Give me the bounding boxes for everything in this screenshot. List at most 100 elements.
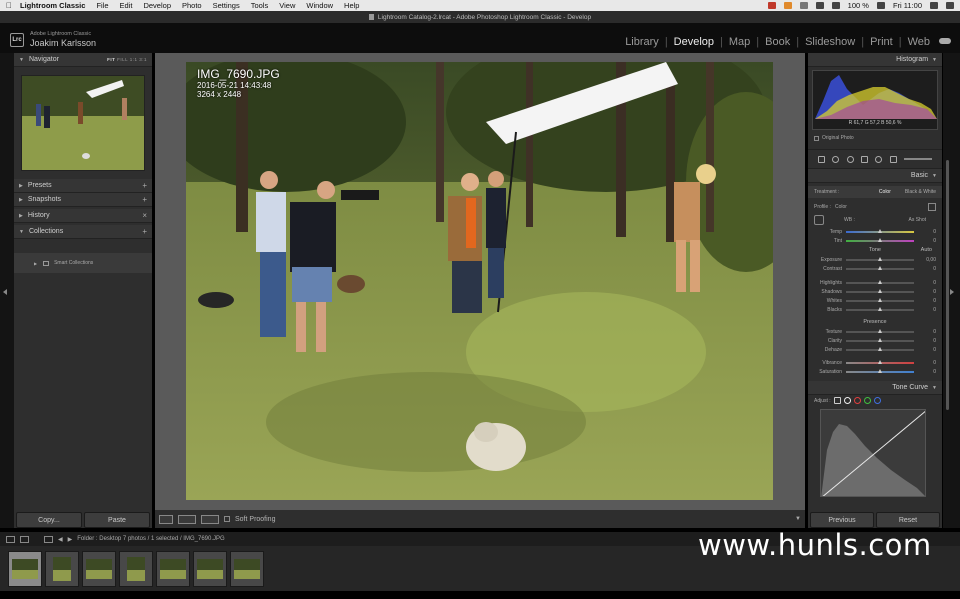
slider-value[interactable]: 0 — [922, 280, 936, 286]
add-preset-icon[interactable]: + — [142, 181, 147, 190]
menubar-clock[interactable]: Fri 11:00 — [893, 1, 922, 10]
menu-edit[interactable]: Edit — [120, 1, 133, 10]
bottom-panel-toggle[interactable] — [0, 591, 960, 599]
slider-tint[interactable]: Tint 0 — [808, 236, 942, 245]
filmstrip-thumbnail[interactable] — [230, 550, 264, 587]
nav-back-icon[interactable]: ◀ — [58, 536, 63, 543]
slider-contrast[interactable]: Contrast 0 — [808, 264, 942, 273]
collections-header[interactable]: ▼ Collections + — [14, 225, 152, 239]
slider-value[interactable]: 0 — [922, 307, 936, 313]
before-after-icon[interactable] — [178, 514, 196, 524]
navigator-preview[interactable] — [21, 75, 145, 171]
module-slideshow[interactable]: Slideshow — [801, 36, 859, 48]
soft-proofing-label[interactable]: Soft Proofing — [235, 516, 275, 523]
slider-track[interactable] — [846, 346, 914, 351]
filmstrip-source-info[interactable]: Folder : Desktop 7 photos / 1 selected /… — [77, 536, 224, 542]
slider-track[interactable] — [846, 256, 914, 261]
slider-shadows[interactable]: Shadows 0 — [808, 287, 942, 296]
parametric-curve-icon[interactable] — [833, 397, 841, 404]
left-panel-toggle[interactable] — [0, 53, 14, 528]
slider-track[interactable] — [846, 328, 914, 333]
add-snapshot-icon[interactable]: + — [142, 195, 147, 204]
module-map[interactable]: Map — [725, 36, 754, 48]
reset-button[interactable]: Reset — [876, 512, 940, 528]
basic-header[interactable]: Basic ▼ — [808, 169, 942, 183]
slider-track[interactable] — [846, 228, 914, 233]
copy-button[interactable]: Copy... — [16, 512, 82, 528]
histogram[interactable]: R 61,7 G 57,2 B 50,6 % — [812, 70, 938, 130]
cloud-icon[interactable] — [939, 38, 951, 44]
slider-track[interactable] — [846, 359, 914, 364]
navigator-header[interactable]: ▼ Navigator FIT FILL 1:1 3:1 — [14, 53, 152, 67]
adjustment-brush-icon[interactable] — [889, 155, 897, 163]
module-develop[interactable]: Develop — [670, 36, 718, 48]
original-photo-checkbox[interactable] — [814, 135, 819, 141]
point-curve-white-icon[interactable] — [843, 397, 851, 404]
battery-percent[interactable]: 100 % — [848, 1, 869, 10]
soft-proofing-checkbox[interactable] — [224, 516, 230, 522]
slider-thumb[interactable] — [878, 337, 882, 342]
module-web[interactable]: Web — [904, 36, 934, 48]
slider-thumb[interactable] — [878, 279, 882, 284]
filmstrip-thumbnail[interactable] — [193, 550, 227, 587]
right-panel-scrollbar[interactable] — [946, 160, 949, 410]
menu-tools[interactable]: Tools — [251, 1, 269, 10]
slider-track[interactable] — [846, 288, 914, 293]
original-photo-toggle[interactable]: Original Photo — [808, 133, 942, 143]
menu-file[interactable]: File — [96, 1, 108, 10]
status-app-icon[interactable] — [783, 2, 792, 9]
slider-whites[interactable]: Whites 0 — [808, 296, 942, 305]
primary-window-icon[interactable] — [6, 535, 15, 543]
menu-develop[interactable]: Develop — [143, 1, 171, 10]
nav-forward-icon[interactable]: ▶ — [68, 536, 73, 543]
graduated-filter-icon[interactable] — [860, 155, 868, 163]
module-book[interactable]: Book — [761, 36, 794, 48]
slider-value[interactable]: 0 — [922, 298, 936, 304]
grid-view-icon[interactable] — [44, 535, 53, 543]
slider-thumb[interactable] — [878, 368, 882, 373]
filmstrip-thumbnail[interactable] — [45, 550, 79, 587]
history-header[interactable]: ▶ History × — [14, 209, 152, 223]
treatment-color[interactable]: Color — [879, 189, 891, 195]
slider-track[interactable] — [846, 306, 914, 311]
treatment-black-white[interactable]: Black & White — [905, 189, 936, 195]
point-curve-green-icon[interactable] — [863, 397, 871, 404]
slider-track[interactable] — [846, 368, 914, 373]
slider-texture[interactable]: Texture 0 — [808, 327, 942, 336]
slider-value[interactable]: 0,00 — [922, 257, 936, 263]
slider-track[interactable] — [846, 297, 914, 302]
collection-item-smart[interactable]: ▶ Smart Collections — [14, 253, 152, 273]
apple-icon[interactable]:  — [6, 1, 12, 10]
tone-auto-button[interactable]: Auto — [921, 245, 932, 255]
profile-browser-icon[interactable] — [928, 203, 936, 211]
slider-thumb[interactable] — [878, 228, 882, 233]
slider-value[interactable]: 0 — [922, 347, 936, 353]
triangle-right-icon[interactable]: ▶ — [34, 261, 37, 266]
loupe-view-icon[interactable] — [159, 514, 173, 524]
presets-header[interactable]: ▶ Presets + — [14, 179, 152, 193]
secondary-window-icon[interactable] — [20, 535, 29, 543]
paste-button[interactable]: Paste — [84, 512, 150, 528]
red-eye-icon[interactable] — [846, 155, 854, 163]
slider-value[interactable]: 0 — [922, 266, 936, 272]
slider-saturation[interactable]: Saturation 0 — [808, 367, 942, 376]
slider-thumb[interactable] — [878, 256, 882, 261]
eyedropper-icon[interactable] — [814, 215, 824, 225]
crop-icon[interactable] — [817, 155, 825, 163]
wifi-icon[interactable] — [831, 2, 840, 9]
slider-track[interactable] — [846, 265, 914, 270]
bluetooth-icon[interactable] — [815, 2, 824, 9]
slider-value[interactable]: 0 — [922, 369, 936, 375]
status-app-icon[interactable] — [767, 2, 776, 9]
tool-slider[interactable] — [904, 158, 933, 160]
module-library[interactable]: Library — [621, 36, 663, 48]
slider-thumb[interactable] — [878, 288, 882, 293]
menu-list-icon[interactable] — [946, 2, 954, 9]
filmstrip-thumbnail[interactable] — [82, 550, 116, 587]
slider-thumb[interactable] — [878, 328, 882, 333]
before-after-swap-icon[interactable] — [201, 514, 219, 524]
slider-value[interactable]: 0 — [922, 238, 936, 244]
slider-clarity[interactable]: Clarity 0 — [808, 336, 942, 345]
image-canvas[interactable]: IMG_7690.JPG 2016-05-21 14:43:48 3264 x … — [155, 53, 805, 528]
slider-value[interactable]: 0 — [922, 338, 936, 344]
